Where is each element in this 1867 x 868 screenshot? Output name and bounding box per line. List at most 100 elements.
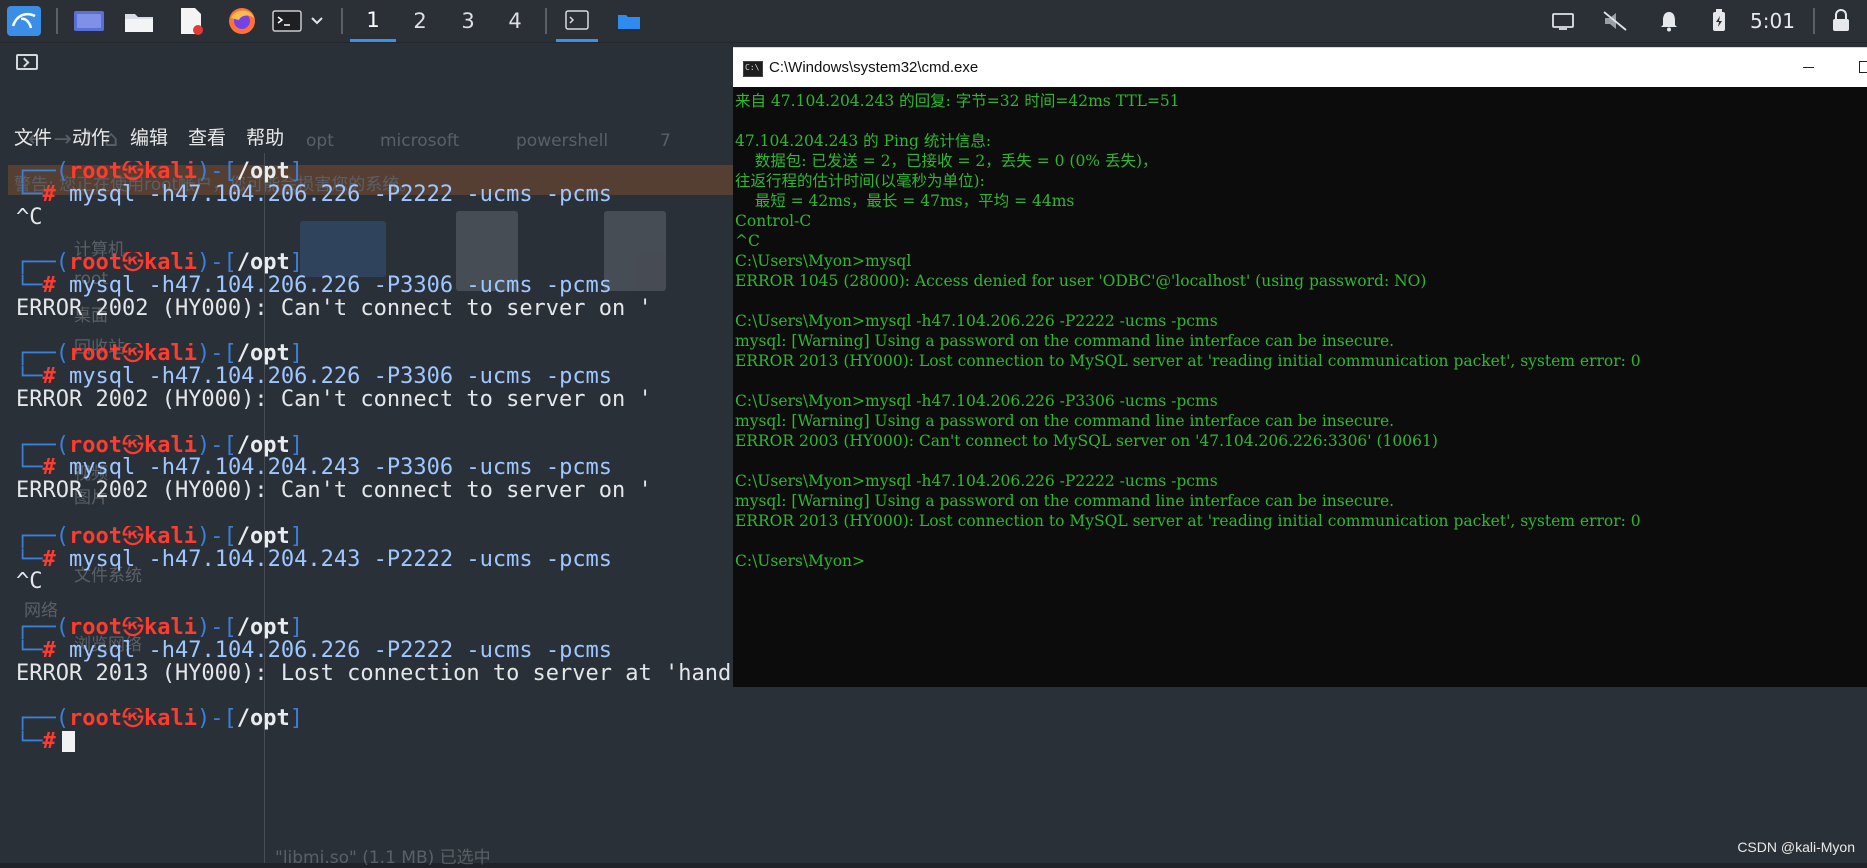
prompt-user: root (68, 525, 122, 549)
cmd-line: ^C (735, 232, 760, 250)
cmd-console[interactable]: 来自 47.104.204.243 的回复: 字节=32 时间=42ms TTL… (733, 87, 1867, 687)
command-text: mysql -h47.104.206.226 -P3306 -ucms -pcm… (69, 274, 613, 298)
cmd-line: C:\Users\Myon>mysql -h47.104.206.226 -P3… (735, 392, 1218, 410)
notification-bell-icon[interactable] (1654, 0, 1684, 42)
cmd-line (735, 451, 1867, 471)
output-text: ^C (16, 206, 43, 230)
cmd-line: ERROR 2003 (HY000): Can't connect to MyS… (735, 432, 1438, 450)
prompt-host: kali (143, 161, 197, 184)
prompt-user: root (68, 434, 122, 458)
skull-icon: ㉿ (121, 616, 144, 640)
prompt-dir: /opt (236, 252, 290, 275)
firefox-icon[interactable] (222, 0, 262, 42)
prompt-user: root (68, 616, 122, 640)
cmd-line: ERROR 2013 (HY000): Lost connection to M… (735, 352, 1641, 370)
prompt-host: kali (143, 525, 197, 549)
file-manager-icon[interactable] (120, 0, 158, 42)
panel-separator (341, 8, 343, 34)
skull-icon: ㉿ (121, 252, 144, 275)
top-panel: 1 2 3 4 5:01 (0, 0, 1867, 43)
prompt-host: kali (143, 343, 197, 367)
menu-help[interactable]: 帮助 (246, 123, 284, 153)
cmd-title: C:\Windows\system32\cmd.exe (769, 59, 979, 76)
battery-icon[interactable] (1704, 0, 1734, 42)
path-segment: opt (306, 131, 334, 151)
watermark: CSDN @kali-Myon (1737, 839, 1855, 855)
prompt-dir: /opt (236, 525, 290, 549)
cmd-line: 往返行程的估计时间(以毫秒为单位): (735, 172, 985, 190)
output-text: ^C (16, 571, 43, 595)
skull-icon: ㉿ (121, 161, 144, 184)
prompt-host: kali (143, 434, 197, 458)
cmd-line: ERROR 2013 (HY000): Lost connection to M… (735, 512, 1641, 530)
prompt-symbol: # (42, 730, 56, 754)
cmd-line: C:\Users\Myon> (735, 552, 866, 570)
prompt-host: kali (143, 708, 197, 731)
output-text: ERROR 2002 (HY000): Can't connect to ser… (16, 388, 652, 412)
cmd-line: mysql: [Warning] Using a password on the… (735, 332, 1395, 350)
cmd-line (735, 111, 1867, 131)
cmd-app-icon (743, 61, 763, 77)
command-text: mysql -h47.104.204.243 -P2222 -ucms -pcm… (69, 548, 613, 572)
menu-file[interactable]: 文件 (14, 123, 52, 153)
menu-view[interactable]: 查看 (188, 123, 226, 153)
cmd-line: 来自 47.104.204.243 的回复: 字节=32 时间=42ms TTL… (735, 92, 1180, 110)
mute-icon[interactable] (1600, 0, 1630, 42)
menu-actions[interactable]: 动作 (72, 123, 110, 153)
workspace-4[interactable]: 4 (492, 0, 538, 42)
prompt-user: root (68, 708, 122, 731)
status-bar: "libmi.so" (1.1 MB) 已选中 (275, 848, 491, 868)
chevron-down-icon[interactable] (306, 0, 328, 42)
prompt-symbol: # (42, 639, 56, 663)
prompt-dir: /opt (236, 708, 290, 731)
cmd-title-bar[interactable]: C:\Windows\system32\cmd.exe (733, 47, 1867, 87)
cmd-line: 最短 = 42ms，最长 = 47ms，平均 = 44ms (735, 192, 1075, 210)
prompt-symbol: # (42, 366, 56, 389)
prompt-user: root (68, 343, 122, 367)
output-text: ERROR 2002 (HY000): Can't connect to ser… (16, 297, 652, 321)
terminal-menu-bar: 文件 动作 编辑 查看 帮助 (14, 123, 284, 153)
kali-menu-icon[interactable] (4, 0, 44, 42)
taskbar-folder-icon[interactable] (608, 0, 650, 42)
workspace-3[interactable]: 3 (445, 0, 491, 42)
cmd-output: 来自 47.104.204.243 的回复: 字节=32 时间=42ms TTL… (733, 87, 1867, 571)
text-editor-icon[interactable] (172, 0, 210, 42)
lock-icon[interactable] (1826, 0, 1856, 42)
output-text: ERROR 2002 (HY000): Can't connect to ser… (16, 480, 652, 503)
prompt-host: kali (143, 616, 197, 640)
cmd-line: C:\Users\Myon>mysql -h47.104.206.226 -P2… (735, 312, 1218, 330)
skull-icon: ㉿ (121, 525, 144, 549)
skull-icon: ㉿ (121, 708, 144, 731)
prompt-symbol: # (42, 457, 56, 481)
prompt-user: root (68, 161, 122, 184)
text-cursor[interactable] (61, 730, 75, 752)
desktop-icon[interactable] (70, 0, 108, 42)
cmd-window[interactable]: C:\Windows\system32\cmd.exe 来自 47.104.20… (733, 47, 1867, 687)
taskbar-terminal-icon[interactable] (556, 0, 598, 42)
skull-icon: ㉿ (121, 343, 144, 367)
minimize-icon[interactable] (1803, 67, 1814, 68)
terminal-window-icon[interactable] (16, 54, 38, 70)
prompt-dir: /opt (236, 434, 290, 458)
maximize-icon[interactable] (1859, 61, 1867, 73)
display-icon[interactable] (1548, 0, 1578, 42)
path-segment: powershell (516, 131, 609, 151)
prompt-symbol: # (42, 274, 56, 298)
command-text: mysql -h47.104.206.226 -P3306 -ucms -pcm… (69, 366, 613, 389)
panel-separator (545, 8, 547, 34)
cmd-line: Control-C (735, 212, 812, 230)
cmd-line: 47.104.204.243 的 Ping 统计信息: (735, 132, 992, 150)
workspace-2[interactable]: 2 (397, 0, 443, 42)
cmd-line: mysql: [Warning] Using a password on the… (735, 492, 1395, 510)
path-segment: 7 (660, 131, 671, 151)
terminal-icon[interactable] (270, 0, 304, 42)
panel-separator (56, 8, 58, 34)
workspace-1[interactable]: 1 (350, 0, 396, 42)
cmd-line: 数据包: 已发送 = 2，已接收 = 2，丢失 = 0 (0% 丢失)， (735, 152, 1158, 170)
prompt-dir: /opt (236, 161, 290, 184)
menu-edit[interactable]: 编辑 (130, 123, 168, 153)
cmd-line (735, 371, 1867, 391)
cmd-line (735, 531, 1867, 551)
prompt-dir: /opt (236, 343, 290, 367)
